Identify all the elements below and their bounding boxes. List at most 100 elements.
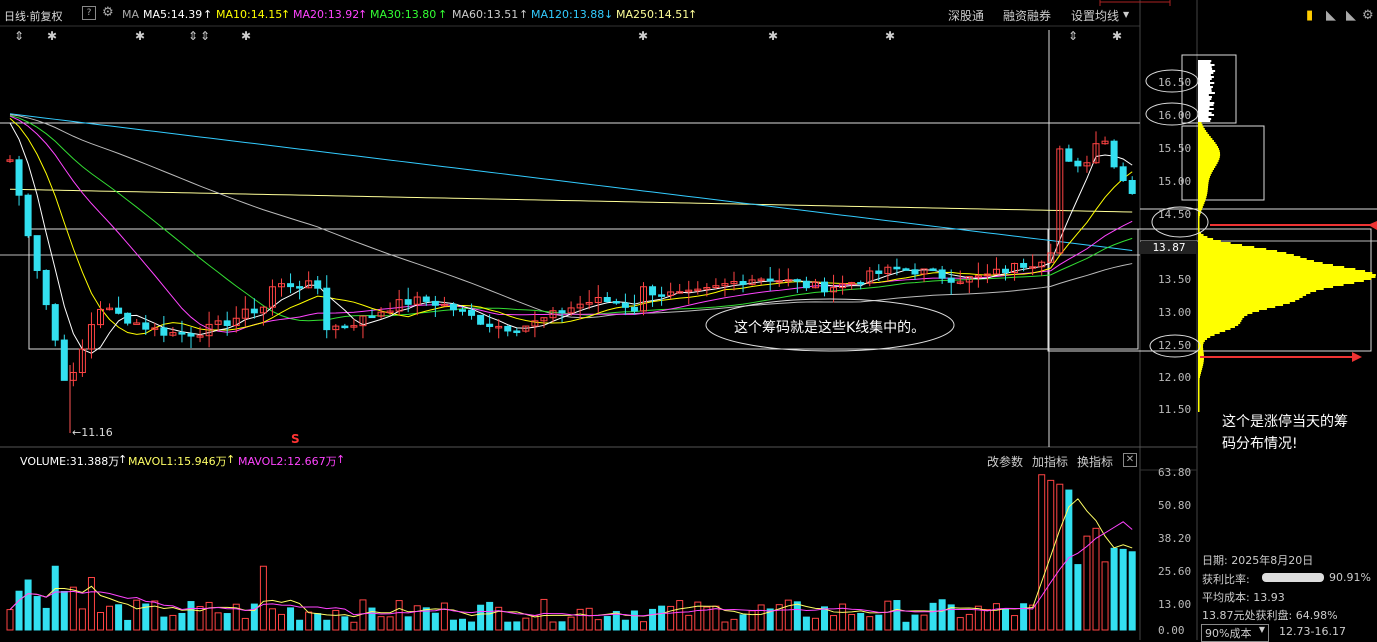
- event-marker: ✱: [135, 29, 145, 43]
- margin-trading-button[interactable]: 融资融券: [1003, 7, 1051, 24]
- chip-bar: [1198, 308, 1267, 310]
- volume-bar: [278, 613, 285, 631]
- ma60-value: MA60:13.51: [452, 8, 519, 21]
- candle-body: [1020, 262, 1028, 268]
- profit-ratio-label: 获利比率:: [1202, 573, 1250, 586]
- arrow-icon: ↑: [226, 453, 236, 466]
- volume-bar: [685, 614, 693, 631]
- volume-bar: [395, 600, 403, 631]
- chip-bar: [1198, 134, 1210, 136]
- candle-body: [766, 278, 774, 282]
- chip-bar: [1198, 244, 1243, 246]
- shen-gu-tong-button[interactable]: 深股通: [948, 7, 984, 24]
- chip-bar: [1198, 228, 1200, 230]
- candle-body: [51, 304, 59, 341]
- price-axis-current: 13.87: [1141, 241, 1197, 254]
- ma-settings-button[interactable]: 设置均线: [1071, 7, 1119, 24]
- profit-at-price: 13.87元处获利盘: 64.98%: [1202, 609, 1338, 622]
- candle-body: [902, 268, 910, 271]
- price-axis-label: 12.50: [1158, 339, 1192, 352]
- candle-body: [857, 282, 865, 285]
- chevron-down-icon[interactable]: ▼: [1123, 10, 1129, 19]
- right-annotation-line1: 这个是涨停当天的筹: [1222, 414, 1348, 430]
- ma5-value: MA5:14.39: [143, 8, 203, 21]
- volume-bar: [585, 607, 593, 631]
- volume-bar: [151, 600, 159, 631]
- candle-body: [477, 314, 485, 325]
- volume-bar: [1101, 561, 1109, 631]
- price-axis-label: 15.50: [1158, 142, 1192, 155]
- candle-body: [603, 297, 611, 303]
- candle-body: [513, 330, 521, 333]
- candle-body: [1110, 140, 1118, 168]
- chip-bar: [1198, 376, 1200, 378]
- price-axis-label: 16.50: [1158, 76, 1192, 89]
- change-params-button[interactable]: 改参数: [987, 453, 1023, 470]
- volume-bar: [305, 611, 313, 631]
- chip-bar: [1198, 322, 1241, 324]
- chip-bar: [1198, 326, 1235, 328]
- chip-bar: [1198, 140, 1214, 142]
- chip-bar: [1198, 196, 1207, 198]
- chip-bar: [1198, 92, 1215, 94]
- volume-toolbar: VOLUME:31.388万 ↑ MAVOL1:15.946万 ↑ MAVOL2…: [0, 453, 1140, 469]
- volume-bar: [875, 614, 883, 631]
- volume-bar: [106, 605, 114, 631]
- chip-bar: [1198, 64, 1215, 66]
- chip-bar: [1198, 290, 1317, 292]
- chip-bar: [1198, 154, 1221, 156]
- chip-bar: [1198, 218, 1200, 220]
- chip-bar: [1198, 96, 1212, 98]
- volume-bar: [558, 621, 566, 631]
- flag-alt-icon[interactable]: ◣: [1346, 8, 1356, 23]
- gear-icon[interactable]: ⚙: [102, 5, 114, 20]
- volume-bar: [241, 617, 249, 631]
- chip-bar: [1198, 166, 1216, 168]
- volume-bar: [920, 614, 928, 631]
- bar-chart-icon[interactable]: ▮: [1306, 8, 1313, 23]
- volume-bar: [784, 599, 792, 631]
- chip-bar: [1198, 388, 1200, 390]
- chip-bar: [1198, 220, 1200, 222]
- switch-indicator-button[interactable]: 换指标: [1077, 453, 1113, 470]
- chip-bar: [1198, 142, 1216, 144]
- chip-bar: [1198, 178, 1210, 180]
- candle-body: [431, 300, 439, 306]
- chip-bar: [1198, 270, 1366, 272]
- chip-bar: [1198, 192, 1208, 194]
- close-icon[interactable]: ✕: [1123, 453, 1137, 467]
- chip-bar: [1198, 272, 1373, 274]
- candle-body: [187, 333, 195, 337]
- ma20-value: MA20:13.92: [293, 8, 360, 21]
- volume-bar: [6, 609, 14, 631]
- chip-bar: [1198, 276, 1376, 278]
- volume-bar: [449, 619, 457, 631]
- chip-bar: [1198, 150, 1220, 152]
- add-indicator-button[interactable]: 加指标: [1032, 453, 1068, 470]
- chip-bar: [1198, 350, 1204, 352]
- gear-icon[interactable]: ⚙: [1362, 8, 1374, 23]
- chip-bar: [1198, 136, 1211, 138]
- volume-bar: [567, 616, 575, 631]
- volume-bar: [214, 612, 222, 631]
- profit-ratio-value: 90.91%: [1329, 571, 1371, 584]
- volume-bar: [268, 608, 276, 631]
- price-axis-label: 13.00: [1158, 306, 1192, 319]
- chip-bar: [1198, 382, 1200, 384]
- chip-bar: [1198, 392, 1200, 394]
- cost-range-select[interactable]: 90%成本 ▼: [1201, 624, 1269, 642]
- question-icon[interactable]: ?: [82, 6, 96, 20]
- volume-bar: [793, 601, 801, 631]
- chip-bar: [1198, 118, 1212, 120]
- volume-bar: [603, 616, 611, 631]
- candle-body: [341, 325, 349, 329]
- candle-body: [621, 302, 629, 308]
- chip-bar: [1198, 352, 1204, 354]
- chip-bar: [1198, 224, 1200, 226]
- flag-icon[interactable]: ◣: [1326, 8, 1336, 23]
- price-axis-label: 15.00: [1158, 175, 1192, 188]
- chip-bar: [1198, 378, 1200, 380]
- candle-body: [630, 306, 638, 312]
- chart-title[interactable]: 日线·前复权: [4, 8, 63, 24]
- chip-bar: [1198, 100, 1210, 102]
